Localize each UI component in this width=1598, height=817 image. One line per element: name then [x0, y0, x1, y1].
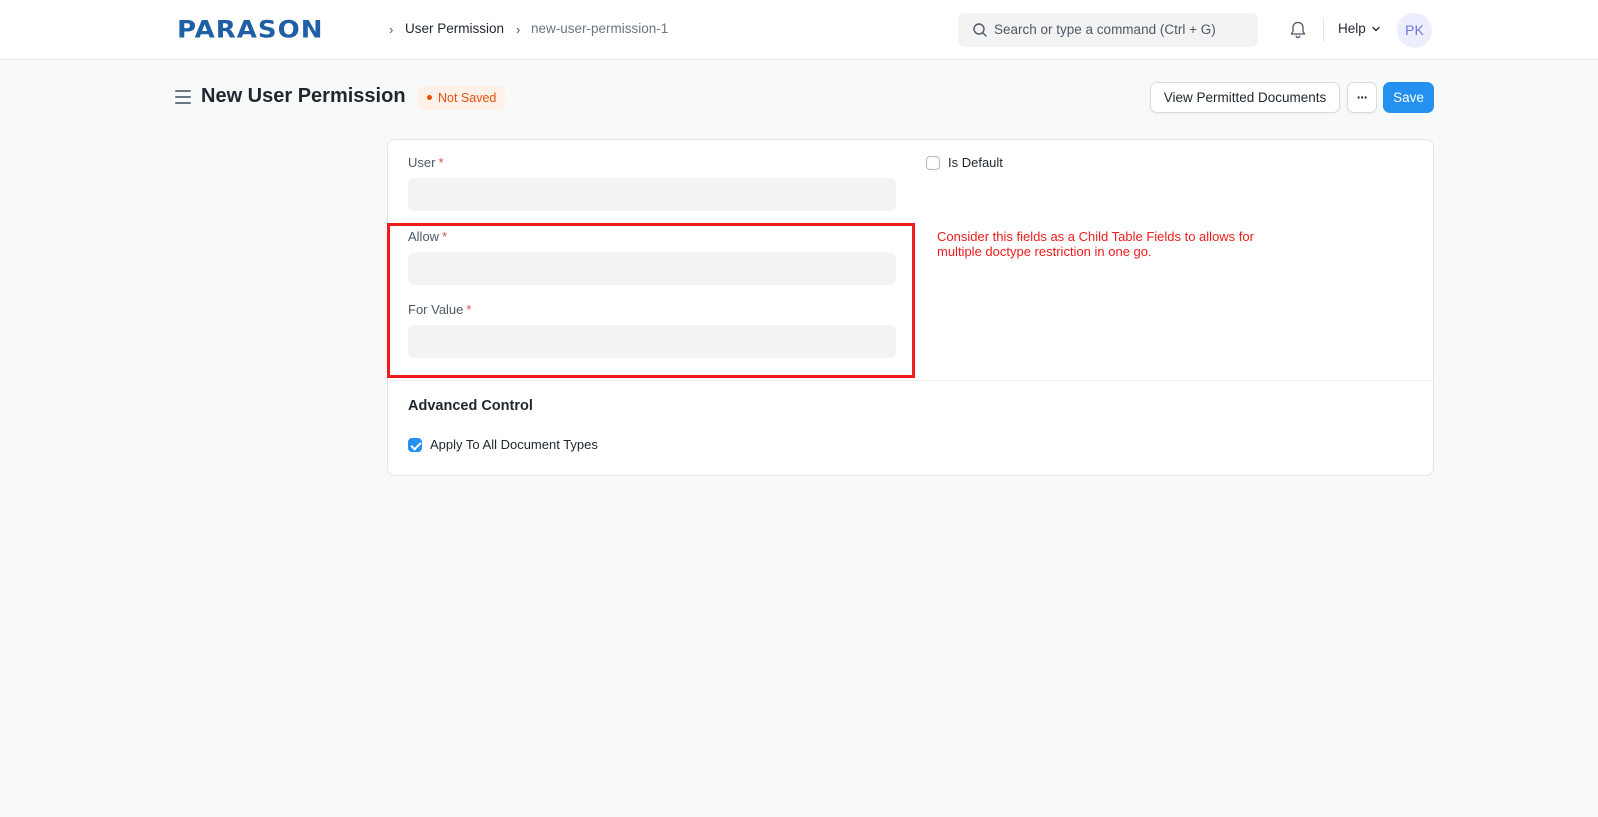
search-bar[interactable]: Search or type a command (Ctrl + G): [958, 13, 1258, 47]
help-dropdown[interactable]: Help: [1338, 21, 1381, 36]
apply-to-all-document-types-label: Apply To All Document Types: [430, 437, 598, 452]
advanced-control-heading: Advanced Control: [408, 398, 533, 414]
avatar[interactable]: PK: [1397, 13, 1432, 48]
chevron-down-icon: [1372, 26, 1380, 32]
view-permitted-documents-button[interactable]: View Permitted Documents: [1150, 82, 1340, 113]
help-label: Help: [1338, 21, 1366, 36]
navbar-divider: [1323, 18, 1324, 42]
search-placeholder: Search or type a command (Ctrl + G): [994, 22, 1216, 37]
status-dot: [427, 95, 432, 101]
breadcrumb-current-document: new-user-permission-1: [531, 21, 669, 36]
user-input[interactable]: [408, 178, 896, 211]
more-actions-button[interactable]: ···: [1347, 82, 1377, 113]
search-icon: [973, 23, 987, 37]
navbar: PARASON › User Permission › new-user-per…: [0, 0, 1598, 60]
chevron-right-icon: ›: [389, 22, 394, 37]
status-badge-label: Not Saved: [438, 91, 497, 105]
status-badge: Not Saved: [418, 86, 506, 110]
annotation-highlight-box: [387, 223, 915, 378]
annotation-note: Consider this fields as a Child Table Fi…: [937, 229, 1254, 259]
page-title: New User Permission: [201, 85, 406, 107]
apply-to-all-document-types-checkbox[interactable]: [408, 438, 422, 452]
user-field-label: User *: [408, 155, 444, 170]
section-divider: [388, 380, 1433, 381]
is-default-label: Is Default: [948, 155, 1003, 170]
bell-icon[interactable]: [1287, 19, 1309, 41]
chevron-right-icon: ›: [516, 22, 521, 37]
save-button[interactable]: Save: [1383, 82, 1434, 113]
hamburger-icon[interactable]: [175, 90, 191, 104]
is-default-checkbox[interactable]: [926, 156, 940, 170]
app-logo[interactable]: PARASON: [177, 18, 324, 42]
breadcrumb-user-permission[interactable]: User Permission: [405, 21, 504, 36]
